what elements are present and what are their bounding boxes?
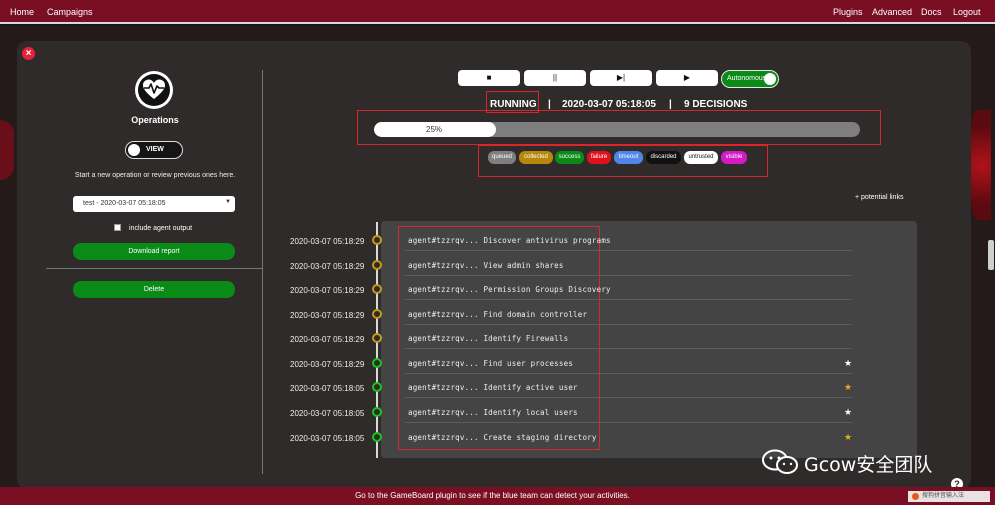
timeline-time: 2020-03-07 05:18:05 <box>290 434 365 443</box>
footer-hint: Go to the GameBoard plugin to see if the… <box>355 491 630 500</box>
status-success-dot <box>372 407 382 417</box>
sidebar-title: Operations <box>131 115 179 125</box>
timeline-entry-text[interactable]: agent#tzzrqv... Identify local users <box>408 408 578 417</box>
toggle-knob <box>128 144 140 156</box>
timeline-row[interactable]: 2020-03-07 05:18:29 agent#tzzrqv... Find… <box>0 305 995 325</box>
status-collected-dot <box>372 284 382 294</box>
heartbeat-logo-icon <box>135 71 173 109</box>
star-icon[interactable]: ★ <box>844 432 852 443</box>
wechat-icon <box>762 449 798 474</box>
include-agent-output-checkbox[interactable] <box>114 224 121 231</box>
timeline-entry-text[interactable]: agent#tzzrqv... Create staging directory <box>408 433 597 442</box>
timeline-row[interactable]: 2020-03-07 05:18:29 agent#tzzrqv... Find… <box>0 354 995 374</box>
row-divider <box>405 324 852 325</box>
status-success-dot <box>372 382 382 392</box>
watermark: Gcow安全团队 <box>760 449 970 476</box>
timeline-time: 2020-03-07 05:18:29 <box>290 237 365 246</box>
star-icon[interactable]: ★ <box>844 358 852 369</box>
timeline-time: 2020-03-07 05:18:29 <box>290 262 365 271</box>
timeline-time: 2020-03-07 05:18:05 <box>290 384 365 393</box>
top-nav: Home Campaigns Plugins Advanced Docs Log… <box>0 0 995 24</box>
status-separator: | <box>669 99 672 110</box>
row-divider <box>405 373 852 374</box>
chevron-down-icon: ▼ <box>225 199 231 205</box>
background-decoration-left <box>0 120 14 180</box>
legend-failure: failure <box>587 151 611 164</box>
nav-advanced-link[interactable]: Advanced <box>872 7 912 17</box>
background-decoration-right <box>969 110 991 220</box>
status-collected-dot <box>372 333 382 343</box>
timeline-time: 2020-03-07 05:18:05 <box>290 409 365 418</box>
timeline-row[interactable]: 2020-03-07 05:18:05 agent#tzzrqv... Iden… <box>0 403 995 423</box>
watermark-text: Gcow安全团队 <box>804 454 933 476</box>
ime-badge: 搜狗拼音输入法 <box>908 491 990 502</box>
timeline-row[interactable]: 2020-03-07 05:18:05 agent#tzzrqv... Iden… <box>0 378 995 398</box>
legend-collected: collected <box>519 151 553 164</box>
view-toggle[interactable]: VIEW <box>125 141 183 159</box>
timeline-row[interactable]: 2020-03-07 05:18:29 agent#tzzrqv... Perm… <box>0 280 995 300</box>
row-divider <box>405 397 852 398</box>
nav-plugins-link[interactable]: Plugins <box>833 7 863 17</box>
timeline-entry-text[interactable]: agent#tzzrqv... Identify Firewalls <box>408 334 568 343</box>
progress-label: 25% <box>426 125 443 134</box>
timeline-time: 2020-03-07 05:18:29 <box>290 335 365 344</box>
status-separator: | <box>548 99 551 110</box>
autonomous-toggle[interactable]: Autonomous <box>721 70 779 88</box>
toggle-knob <box>764 73 776 85</box>
timeline-entry-text[interactable]: agent#tzzrqv... View admin shares <box>408 261 564 270</box>
pause-button[interactable]: || <box>524 70 586 86</box>
legend-timeout: timeout <box>614 151 643 164</box>
step-button[interactable]: ▶| <box>590 70 652 86</box>
stop-button[interactable]: ■ <box>458 70 520 86</box>
star-icon[interactable]: ★ <box>844 407 852 418</box>
row-divider <box>405 422 852 423</box>
timeline-entry-text[interactable]: agent#tzzrqv... Find domain controller <box>408 310 587 319</box>
timeline-row[interactable]: 2020-03-07 05:18:29 agent#tzzrqv... Disc… <box>0 231 995 251</box>
operation-start-time: 2020-03-07 05:18:05 <box>562 99 656 110</box>
operation-select[interactable]: test - 2020-03-07 05:18:05 ▼ <box>73 196 235 212</box>
timeline-entry-text[interactable]: agent#tzzrqv... Find user processes <box>408 359 573 368</box>
close-icon[interactable]: × <box>22 47 35 60</box>
legend-queued: queued <box>488 151 516 164</box>
timeline-row[interactable]: 2020-03-07 05:18:05 agent#tzzrqv... Crea… <box>0 428 995 448</box>
footer-bar: Go to the GameBoard plugin to see if the… <box>0 487 995 505</box>
status-success-dot <box>372 358 382 368</box>
legend-discarded: discarded <box>646 151 681 164</box>
timeline-row[interactable]: 2020-03-07 05:18:29 agent#tzzrqv... Iden… <box>0 329 995 349</box>
status-collected-dot <box>372 235 382 245</box>
row-divider <box>405 299 852 300</box>
legend-visible: visible <box>721 151 747 164</box>
row-divider <box>405 348 852 349</box>
decision-count: 9 DECISIONS <box>684 99 748 110</box>
legend-untrusted: untrusted <box>684 151 718 164</box>
timeline-time: 2020-03-07 05:18:29 <box>290 360 365 369</box>
play-button[interactable]: ▶ <box>656 70 718 86</box>
timeline-entry-text[interactable]: agent#tzzrqv... Permission Groups Discov… <box>408 285 611 294</box>
start-operation-hint: Start a new operation or review previous… <box>74 172 236 179</box>
timeline-entry-text[interactable]: agent#tzzrqv... Identify active user <box>408 383 578 392</box>
status-collected-dot <box>372 309 382 319</box>
autonomous-label: Autonomous <box>727 75 767 82</box>
timeline-row[interactable]: 2020-03-07 05:18:29 agent#tzzrqv... View… <box>0 256 995 276</box>
row-divider <box>405 275 852 276</box>
timeline-entry-text[interactable]: agent#tzzrqv... Discover antivirus progr… <box>408 236 611 245</box>
timeline-time: 2020-03-07 05:18:29 <box>290 311 365 320</box>
star-icon[interactable]: ★ <box>844 382 852 393</box>
row-divider <box>405 250 852 251</box>
status-success-dot <box>372 432 382 442</box>
nav-logout-link[interactable]: Logout <box>953 7 981 17</box>
progress-bar <box>374 122 860 137</box>
nav-campaigns-link[interactable]: Campaigns <box>47 7 93 17</box>
potential-links-button[interactable]: + potential links <box>855 194 903 201</box>
timeline-time: 2020-03-07 05:18:29 <box>290 286 365 295</box>
nav-home-link[interactable]: Home <box>10 7 34 17</box>
view-toggle-label: VIEW <box>146 146 164 153</box>
legend-success: success <box>555 151 584 164</box>
status-collected-dot <box>372 260 382 270</box>
operation-select-value: test - 2020-03-07 05:18:05 <box>83 200 166 207</box>
nav-docs-link[interactable]: Docs <box>921 7 942 17</box>
